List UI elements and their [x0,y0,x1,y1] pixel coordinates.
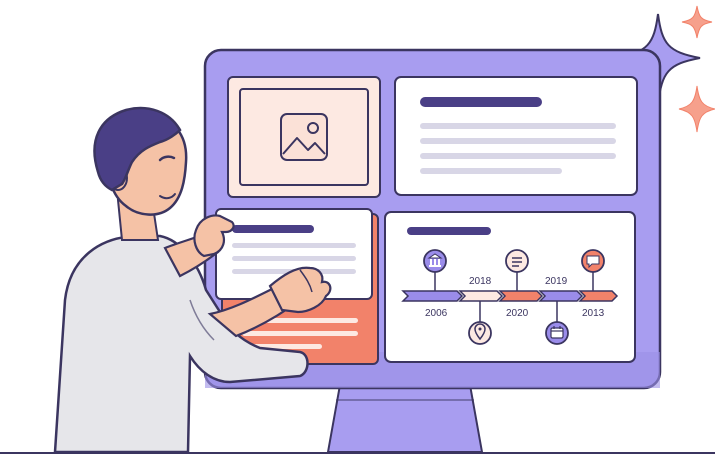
timeline-year-2018: 2018 [469,276,492,287]
sparkle-small-right-icon [678,85,715,133]
list-icon [505,249,529,273]
timeline-year-2020: 2020 [506,308,529,319]
image-icon [280,113,328,161]
sparkle-small-top-icon [681,5,713,39]
timeline-year-2019: 2019 [545,276,568,287]
timeline-year-2006: 2006 [425,308,448,319]
article-card [394,76,638,196]
bank-icon [423,249,447,273]
timeline-card [384,211,636,363]
illustration: 2018 2019 2006 2020 2013 [0,0,715,455]
timeline-band [401,290,619,302]
timeline-year-2013: 2013 [582,308,605,319]
map-pin-icon [468,321,492,345]
monitor-stand [326,384,484,453]
chat-icon [581,249,605,273]
calendar-icon [545,321,569,345]
illustration-svg [0,5,715,454]
article-heading-bar [420,97,542,107]
